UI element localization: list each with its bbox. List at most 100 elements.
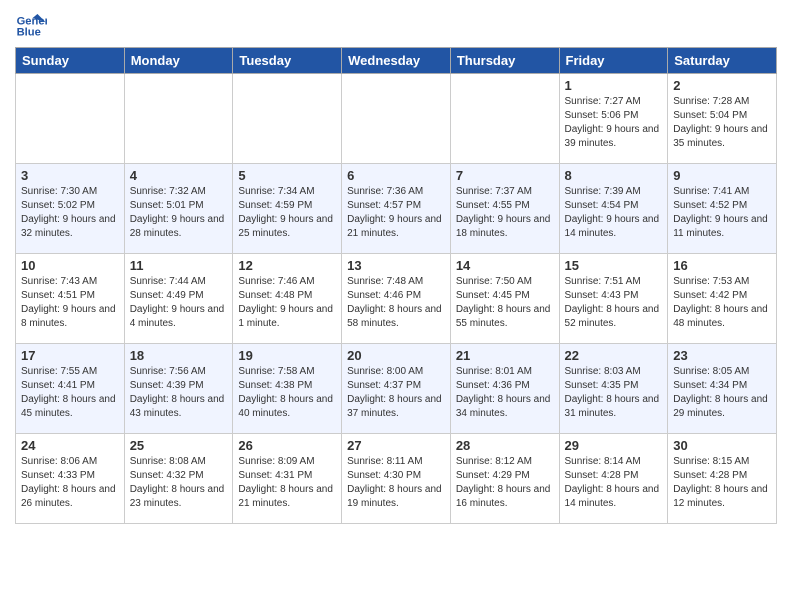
calendar-day-cell: 3Sunrise: 7:30 AM Sunset: 5:02 PM Daylig… (16, 164, 125, 254)
calendar-day-cell (233, 74, 342, 164)
calendar-day-cell: 25 Sunrise: 8:08 AM Sunset: 4:32 PM Dayli… (124, 434, 233, 524)
day-info: Sunrise: 7:41 AM Sunset: 4:52 PM Dayligh… (673, 185, 771, 241)
calendar-day-cell: 2 Sunrise: 7:28 AM Sunset: 5:04 PM Daylig… (668, 74, 777, 164)
day-number: 23 (673, 348, 771, 363)
day-info: Sunrise: 7:58 AM Sunset: 4:38 PM Dayligh… (238, 365, 336, 421)
calendar-week-row: 1 Sunrise: 7:27 AM Sunset: 5:06 PM Daylig… (16, 74, 777, 164)
day-info: Sunrise: 8:12 AM Sunset: 4:29 PM Dayligh… (456, 455, 554, 511)
calendar-week-row: 3Sunrise: 7:30 AM Sunset: 5:02 PM Daylig… (16, 164, 777, 254)
day-number: 27 (347, 438, 445, 453)
day-number: 25 (130, 438, 228, 453)
day-number: 19 (238, 348, 336, 363)
day-number: 15 (565, 258, 663, 273)
calendar-day-cell: 19 Sunrise: 7:58 AM Sunset: 4:38 PM Dayli… (233, 344, 342, 434)
day-info: Sunrise: 7:34 AM Sunset: 4:59 PM Dayligh… (238, 185, 336, 241)
calendar-day-cell: 24Sunrise: 8:06 AM Sunset: 4:33 PM Dayli… (16, 434, 125, 524)
day-number: 22 (565, 348, 663, 363)
calendar-day-cell: 30 Sunrise: 8:15 AM Sunset: 4:28 PM Dayli… (668, 434, 777, 524)
svg-text:Blue: Blue (17, 27, 41, 39)
calendar-table: SundayMondayTuesdayWednesdayThursdayFrid… (15, 47, 777, 524)
day-number: 14 (456, 258, 554, 273)
day-number: 5 (238, 168, 336, 183)
day-number: 11 (130, 258, 228, 273)
day-number: 17 (21, 348, 119, 363)
calendar-day-cell: 23Sunrise: 8:05 AM Sunset: 4:34 PM Dayli… (668, 344, 777, 434)
day-number: 28 (456, 438, 554, 453)
calendar-day-cell (124, 74, 233, 164)
day-info: Sunrise: 7:30 AM Sunset: 5:02 PM Dayligh… (21, 185, 119, 241)
calendar-day-cell (450, 74, 559, 164)
day-info: Sunrise: 8:14 AM Sunset: 4:28 PM Dayligh… (565, 455, 663, 511)
day-number: 9 (673, 168, 771, 183)
calendar-day-cell: 4Sunrise: 7:32 AM Sunset: 5:01 PM Daylig… (124, 164, 233, 254)
day-info: Sunrise: 8:00 AM Sunset: 4:37 PM Dayligh… (347, 365, 445, 421)
calendar-day-cell: 1 Sunrise: 7:27 AM Sunset: 5:06 PM Daylig… (559, 74, 668, 164)
day-number: 20 (347, 348, 445, 363)
day-info: Sunrise: 8:11 AM Sunset: 4:30 PM Dayligh… (347, 455, 445, 511)
day-number: 1 (565, 78, 663, 93)
calendar-day-cell: 16Sunrise: 7:53 AM Sunset: 4:42 PM Dayli… (668, 254, 777, 344)
weekday-header: Saturday (668, 48, 777, 74)
logo: General Blue (15, 10, 51, 42)
day-info: Sunrise: 7:44 AM Sunset: 4:49 PM Dayligh… (130, 275, 228, 331)
day-info: Sunrise: 7:53 AM Sunset: 4:42 PM Dayligh… (673, 275, 771, 331)
day-number: 6 (347, 168, 445, 183)
weekday-header: Friday (559, 48, 668, 74)
day-info: Sunrise: 7:37 AM Sunset: 4:55 PM Dayligh… (456, 185, 554, 241)
weekday-header: Thursday (450, 48, 559, 74)
svg-text:General: General (17, 15, 47, 27)
day-info: Sunrise: 7:27 AM Sunset: 5:06 PM Dayligh… (565, 95, 663, 151)
calendar-day-cell: 29Sunrise: 8:14 AM Sunset: 4:28 PM Dayli… (559, 434, 668, 524)
calendar-week-row: 10 Sunrise: 7:43 AM Sunset: 4:51 PM Dayli… (16, 254, 777, 344)
calendar-day-cell: 15 Sunrise: 7:51 AM Sunset: 4:43 PM Dayli… (559, 254, 668, 344)
day-info: Sunrise: 7:51 AM Sunset: 4:43 PM Dayligh… (565, 275, 663, 331)
calendar-day-cell (16, 74, 125, 164)
calendar-day-cell: 22 Sunrise: 8:03 AM Sunset: 4:35 PM Dayli… (559, 344, 668, 434)
day-info: Sunrise: 8:08 AM Sunset: 4:32 PM Dayligh… (130, 455, 228, 511)
day-number: 26 (238, 438, 336, 453)
calendar-day-cell (342, 74, 451, 164)
day-info: Sunrise: 8:01 AM Sunset: 4:36 PM Dayligh… (456, 365, 554, 421)
day-number: 10 (21, 258, 119, 273)
day-info: Sunrise: 7:36 AM Sunset: 4:57 PM Dayligh… (347, 185, 445, 241)
day-number: 21 (456, 348, 554, 363)
day-number: 12 (238, 258, 336, 273)
calendar-day-cell: 20 Sunrise: 8:00 AM Sunset: 4:37 PM Dayli… (342, 344, 451, 434)
calendar-week-row: 24Sunrise: 8:06 AM Sunset: 4:33 PM Dayli… (16, 434, 777, 524)
day-number: 8 (565, 168, 663, 183)
day-number: 18 (130, 348, 228, 363)
calendar-day-cell: 13Sunrise: 7:48 AM Sunset: 4:46 PM Dayli… (342, 254, 451, 344)
calendar-day-cell: 14 Sunrise: 7:50 AM Sunset: 4:45 PM Dayli… (450, 254, 559, 344)
weekday-header: Wednesday (342, 48, 451, 74)
day-info: Sunrise: 7:46 AM Sunset: 4:48 PM Dayligh… (238, 275, 336, 331)
calendar-day-cell: 17 Sunrise: 7:55 AM Sunset: 4:41 PM Dayli… (16, 344, 125, 434)
day-info: Sunrise: 7:39 AM Sunset: 4:54 PM Dayligh… (565, 185, 663, 241)
calendar-day-cell: 6 Sunrise: 7:36 AM Sunset: 4:57 PM Daylig… (342, 164, 451, 254)
calendar-day-cell: 10 Sunrise: 7:43 AM Sunset: 4:51 PM Dayli… (16, 254, 125, 344)
calendar-day-cell: 7Sunrise: 7:37 AM Sunset: 4:55 PM Daylig… (450, 164, 559, 254)
day-info: Sunrise: 7:55 AM Sunset: 4:41 PM Dayligh… (21, 365, 119, 421)
calendar-day-cell: 21 Sunrise: 8:01 AM Sunset: 4:36 PM Dayli… (450, 344, 559, 434)
day-number: 24 (21, 438, 119, 453)
weekday-header: Monday (124, 48, 233, 74)
day-info: Sunrise: 7:28 AM Sunset: 5:04 PM Dayligh… (673, 95, 771, 151)
day-info: Sunrise: 7:50 AM Sunset: 4:45 PM Dayligh… (456, 275, 554, 331)
calendar-day-cell: 26 Sunrise: 8:09 AM Sunset: 4:31 PM Dayli… (233, 434, 342, 524)
day-info: Sunrise: 8:03 AM Sunset: 4:35 PM Dayligh… (565, 365, 663, 421)
day-number: 4 (130, 168, 228, 183)
page-container: General Blue SundayMondayTuesdayWednesda… (0, 0, 792, 534)
day-number: 13 (347, 258, 445, 273)
calendar-day-cell: 8 Sunrise: 7:39 AM Sunset: 4:54 PM Daylig… (559, 164, 668, 254)
weekday-header: Tuesday (233, 48, 342, 74)
day-info: Sunrise: 7:56 AM Sunset: 4:39 PM Dayligh… (130, 365, 228, 421)
logo-icon: General Blue (15, 10, 47, 42)
day-number: 2 (673, 78, 771, 93)
day-info: Sunrise: 8:15 AM Sunset: 4:28 PM Dayligh… (673, 455, 771, 511)
day-info: Sunrise: 8:09 AM Sunset: 4:31 PM Dayligh… (238, 455, 336, 511)
calendar-day-cell: 28 Sunrise: 8:12 AM Sunset: 4:29 PM Dayli… (450, 434, 559, 524)
weekday-header: Sunday (16, 48, 125, 74)
calendar-week-row: 17 Sunrise: 7:55 AM Sunset: 4:41 PM Dayli… (16, 344, 777, 434)
day-info: Sunrise: 7:43 AM Sunset: 4:51 PM Dayligh… (21, 275, 119, 331)
day-number: 30 (673, 438, 771, 453)
calendar-day-cell: 12 Sunrise: 7:46 AM Sunset: 4:48 PM Dayli… (233, 254, 342, 344)
